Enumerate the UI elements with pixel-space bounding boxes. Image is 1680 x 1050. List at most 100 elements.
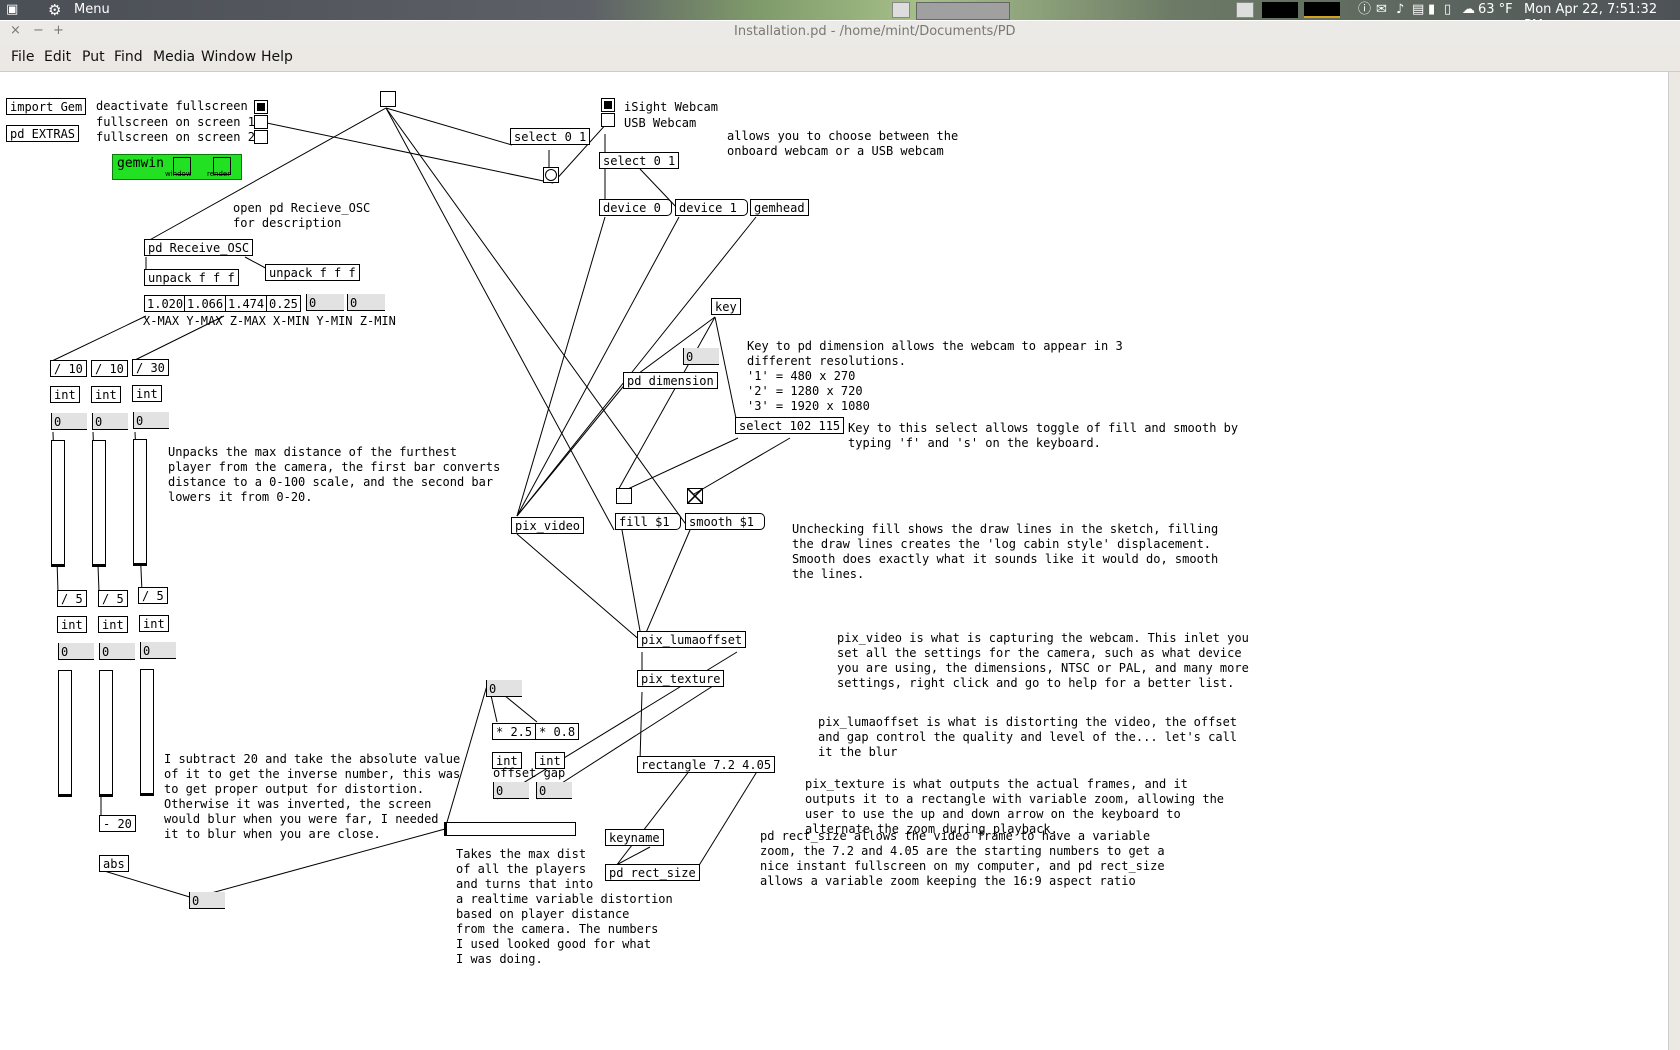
osc-number-xmin[interactable]: 0.25 xyxy=(266,295,301,312)
clock[interactable]: Mon Apr 22, 7:51:32 PM xyxy=(1524,2,1680,33)
vslider-b1[interactable] xyxy=(92,440,106,567)
gemhead-object[interactable]: gemhead xyxy=(750,199,809,216)
maximize-icon[interactable]: + xyxy=(53,23,64,38)
taskbar-pd-icon[interactable] xyxy=(892,2,910,18)
osc-number-zmax[interactable]: 1.474 xyxy=(225,295,268,312)
tray-pd-icon[interactable] xyxy=(1236,2,1254,18)
subtract-comment: I subtract 20 and take the absolute valu… xyxy=(164,752,461,841)
key-object[interactable]: key xyxy=(711,298,741,315)
unpack2-object[interactable]: unpack f f f xyxy=(265,264,360,281)
osc-number-ymin[interactable]: 0 xyxy=(306,294,344,311)
smooth-message[interactable]: smooth $1 xyxy=(685,513,766,530)
device1-message[interactable]: device 1 xyxy=(675,199,748,216)
weather-temperature[interactable]: 63 °F xyxy=(1478,2,1513,18)
vslider-c1[interactable] xyxy=(133,439,147,566)
main-toggle[interactable] xyxy=(380,91,396,107)
menu-put[interactable]: Put xyxy=(82,49,105,65)
div-30[interactable]: / 30 xyxy=(132,359,169,376)
select-top-object[interactable]: select 0 1 xyxy=(510,128,591,145)
number-c2[interactable]: 0 xyxy=(140,642,176,659)
offset-gap-label: offset gap xyxy=(493,766,566,780)
number-c1[interactable]: 0 xyxy=(133,412,169,429)
fill-toggle[interactable] xyxy=(616,488,632,504)
menu-edit[interactable]: Edit xyxy=(44,49,71,65)
int-c2[interactable]: int xyxy=(139,615,169,632)
select-keys-object[interactable]: select 102 115 xyxy=(735,417,845,434)
keyname-object[interactable]: keyname xyxy=(605,829,664,846)
import-gem-object[interactable]: import Gem xyxy=(6,98,87,115)
int-c1[interactable]: int xyxy=(132,385,162,402)
distance-number[interactable]: 0 xyxy=(189,892,225,909)
gemwin-gui[interactable]: gemwin window render xyxy=(112,154,242,180)
rectangle-object[interactable]: rectangle 7.2 4.05 xyxy=(637,756,776,773)
menu-button[interactable]: Menu xyxy=(74,2,110,18)
update-icon[interactable]: ⓘ xyxy=(1358,2,1371,18)
device0-message[interactable]: device 0 xyxy=(599,199,672,216)
network-icon[interactable]: ▤ xyxy=(1412,2,1424,18)
taskbar-window-buttons[interactable] xyxy=(916,2,1010,20)
distortion-number[interactable]: 0 xyxy=(486,680,522,697)
close-icon[interactable]: × xyxy=(10,23,21,38)
distortion-hslider[interactable] xyxy=(444,822,576,836)
signal-icon[interactable]: ▮ xyxy=(1428,2,1435,18)
number-b2[interactable]: 0 xyxy=(99,643,135,660)
key-number[interactable]: 0 xyxy=(683,348,719,365)
int-b2[interactable]: int xyxy=(98,616,128,633)
fill-message[interactable]: fill $1 xyxy=(615,513,681,530)
menu-help[interactable]: Help xyxy=(261,49,293,65)
gap-number[interactable]: 0 xyxy=(536,782,572,799)
number-b1[interactable]: 0 xyxy=(92,413,128,430)
offset-number[interactable]: 0 xyxy=(493,782,529,799)
receive-osc-subpatch[interactable]: pd Receive_OSC xyxy=(144,239,254,256)
mul-0-8-object[interactable]: * 0.8 xyxy=(535,723,580,740)
vslider-c2[interactable] xyxy=(140,669,154,796)
webcam-radio-0[interactable] xyxy=(601,98,615,112)
int-a1[interactable]: int xyxy=(50,386,80,403)
minimize-icon[interactable]: − xyxy=(33,23,44,38)
unpack1-object[interactable]: unpack f f f xyxy=(144,269,239,286)
webcam-radio-1[interactable] xyxy=(601,113,615,127)
int-a2[interactable]: int xyxy=(57,616,87,633)
osc-number-zmin[interactable]: 0 xyxy=(347,294,385,311)
window-titlebar: × − + Installation.pd - /home/mint/Docum… xyxy=(0,21,1680,44)
vslider-a1[interactable] xyxy=(51,440,65,567)
smooth-toggle[interactable] xyxy=(687,488,703,504)
volume-icon[interactable]: ♪ xyxy=(1396,2,1404,18)
fullscreen-radio-1[interactable] xyxy=(254,115,268,129)
menu-media[interactable]: Media xyxy=(153,49,195,65)
pd-dimension-subpatch[interactable]: pd dimension xyxy=(623,372,718,389)
fullscreen-radio-2[interactable] xyxy=(254,130,268,144)
pix-lumaoffset-object[interactable]: pix_lumaoffset xyxy=(637,631,747,648)
osc-number-xmax[interactable]: 1.020 xyxy=(144,295,187,312)
div-10-b[interactable]: / 10 xyxy=(91,360,128,377)
mul-2-5-object[interactable]: * 2.5 xyxy=(492,723,537,740)
menu-window[interactable]: Window xyxy=(201,49,256,65)
pix-texture-object[interactable]: pix_texture xyxy=(637,670,725,687)
div-5-a[interactable]: / 5 xyxy=(57,590,87,607)
vslider-a2[interactable] xyxy=(58,670,72,797)
minus-20-object[interactable]: - 20 xyxy=(99,815,136,832)
select-cam-object[interactable]: select 0 1 xyxy=(599,152,680,169)
system-logo-icon[interactable]: ▣ xyxy=(6,2,18,18)
pd-extras-subpatch[interactable]: pd EXTRAS xyxy=(6,125,80,142)
patch-canvas[interactable]: import Gem pd EXTRAS deactivate fullscre… xyxy=(0,72,1668,1050)
vslider-b2[interactable] xyxy=(99,670,113,797)
bang-button[interactable] xyxy=(543,167,559,183)
pix-video-object[interactable]: pix_video xyxy=(511,517,585,534)
menu-file[interactable]: File xyxy=(11,49,34,65)
number-a1[interactable]: 0 xyxy=(51,413,87,430)
div-5-c[interactable]: / 5 xyxy=(138,587,168,604)
cloud-icon: ☁ xyxy=(1462,2,1475,17)
mail-icon[interactable]: ✉ xyxy=(1376,2,1387,18)
osc-number-ymax[interactable]: 1.066 xyxy=(184,295,227,312)
vertical-scrollbar[interactable] xyxy=(1668,72,1680,1050)
menu-find[interactable]: Find xyxy=(114,49,143,65)
battery-icon[interactable]: ▯ xyxy=(1444,2,1451,18)
abs-object[interactable]: abs xyxy=(99,855,129,872)
fullscreen-radio-0[interactable] xyxy=(254,100,268,114)
int-b1[interactable]: int xyxy=(91,386,121,403)
number-a2[interactable]: 0 xyxy=(58,643,94,660)
div-5-b[interactable]: / 5 xyxy=(98,590,128,607)
gear-icon[interactable]: ⚙ xyxy=(48,2,61,18)
div-10-a[interactable]: / 10 xyxy=(50,360,87,377)
